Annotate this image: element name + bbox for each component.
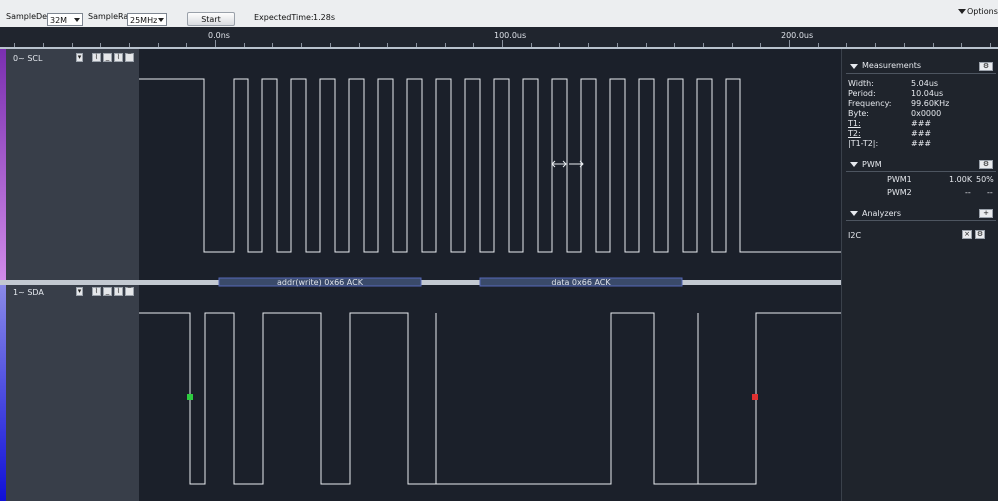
waveform-view[interactable]: addr(write) 0x66 ACK data 0x66 ACK <box>139 49 841 501</box>
trigger-high-icon[interactable]: ‾ <box>125 53 134 62</box>
options-label: Options <box>967 7 998 16</box>
pwm-title: PWM <box>862 160 882 169</box>
measure-value: 5.04us <box>911 79 939 88</box>
ruler-label: 100.0us <box>494 31 527 40</box>
ruler-label: 200.0us <box>781 31 814 40</box>
measure-value: ### <box>911 129 932 138</box>
measure-label: Frequency: <box>848 99 892 108</box>
collapse-icon[interactable] <box>850 162 858 167</box>
sample-depth-select[interactable]: 32M <box>47 13 83 26</box>
sample-rate-select[interactable]: 25MHz <box>127 13 167 26</box>
measure-value: 99.60KHz <box>911 99 950 108</box>
measure-label: T2: <box>848 129 861 138</box>
scl-waveform <box>139 78 841 253</box>
sample-rate-value: 25MHz <box>130 16 158 25</box>
measure-label: Byte: <box>848 109 869 118</box>
channel-0-name: 0~ SCL <box>13 54 43 63</box>
start-condition-marker <box>187 394 193 400</box>
analyzers-title: Analyzers <box>862 209 901 218</box>
toolbar: SampleDepth 32M SampleRate 25MHz Start E… <box>0 0 998 27</box>
measure-row: Frequency: 99.60KHz <box>848 99 993 108</box>
pwm-name: PWM2 <box>887 188 912 197</box>
channel-menu-icon[interactable]: ▾ <box>76 287 83 296</box>
trigger-falling-icon[interactable]: ⌇ <box>92 287 101 296</box>
stop-condition-marker <box>752 394 758 400</box>
sample-depth-value: 32M <box>50 16 68 25</box>
measure-row[interactable]: T1: ### <box>848 119 993 128</box>
measure-row: |T1-T2|: ### <box>848 139 993 148</box>
trigger-high-icon[interactable]: ‾ <box>125 287 134 296</box>
channel-1-header[interactable]: 1~ SDA ▾ ⌇ _ ⌇ ‾ <box>0 285 139 501</box>
measure-label: Width: <box>848 79 874 88</box>
expected-time-label: ExpectedTime: <box>254 13 314 22</box>
chevron-down-icon <box>74 18 80 22</box>
measure-value: ### <box>911 139 932 148</box>
measure-value: 10.04us <box>911 89 944 98</box>
measure-row: Period: 10.04us <box>848 89 993 98</box>
pwm-frequency: -- <box>965 188 971 197</box>
channel-0-header[interactable]: 0~ SCL ▾ ⌇ _ ⌇ ‾ <box>0 49 139 280</box>
expected-time-value: 1.28s <box>313 13 335 22</box>
chevron-down-icon <box>158 18 164 22</box>
divider <box>846 73 996 74</box>
channel-color-strip <box>0 285 6 501</box>
divider <box>846 171 996 172</box>
decoder-data-label: data 0x66 ACK <box>551 278 611 287</box>
trigger-low-icon[interactable]: _ <box>103 53 112 62</box>
ruler-label: 0.0ns <box>208 31 230 40</box>
measure-value: ### <box>911 119 932 128</box>
channel-color-strip <box>0 49 6 280</box>
pwm-duty: 50% <box>976 175 994 184</box>
trigger-rising-icon[interactable]: ⌇ <box>114 287 123 296</box>
collapse-icon[interactable] <box>850 211 858 216</box>
channel-menu-icon[interactable]: ▾ <box>76 53 83 62</box>
decoder-addr-label: addr(write) 0x66 ACK <box>277 278 364 287</box>
measurements-title: Measurements <box>862 61 922 70</box>
gear-icon[interactable]: ⚙ <box>979 62 993 71</box>
right-panel: Measurements ⚙ Width: 5.04us Period: 10.04… <box>841 49 998 501</box>
ruler-tick <box>789 40 790 47</box>
trigger-falling-icon[interactable]: ⌇ <box>92 53 101 62</box>
measure-label: T1: <box>848 119 861 128</box>
gear-icon[interactable]: ⚙ <box>979 160 993 169</box>
pwm-frequency: 1.00K <box>949 175 973 184</box>
pwm-name: PWM1 <box>887 175 912 184</box>
collapse-icon[interactable] <box>850 64 858 69</box>
measure-value: 0x0000 <box>911 109 942 118</box>
trigger-low-icon[interactable]: _ <box>103 287 112 296</box>
sda-waveform <box>139 312 841 485</box>
divider <box>846 220 996 221</box>
measure-row: Byte: 0x0000 <box>848 109 993 118</box>
ruler-tick <box>502 40 503 47</box>
plus-icon[interactable]: + <box>979 209 993 218</box>
channel-1-name: 1~ SDA <box>13 288 44 297</box>
gear-icon[interactable]: ⚙ <box>975 230 985 239</box>
start-button[interactable]: Start <box>187 12 235 26</box>
close-icon[interactable]: × <box>962 230 972 239</box>
measure-label: Period: <box>848 89 876 98</box>
trigger-rising-icon[interactable]: ⌇ <box>114 53 123 62</box>
measure-row[interactable]: T2: ### <box>848 129 993 138</box>
measure-row: Width: 5.04us <box>848 79 993 88</box>
measure-label: |T1-T2|: <box>848 139 879 148</box>
ruler-tick <box>215 40 216 47</box>
triangle-down-icon <box>958 9 966 14</box>
pwm-duty: -- <box>987 188 993 197</box>
time-ruler[interactable]: 0.0ns 100.0us 200.0us <box>0 27 998 47</box>
